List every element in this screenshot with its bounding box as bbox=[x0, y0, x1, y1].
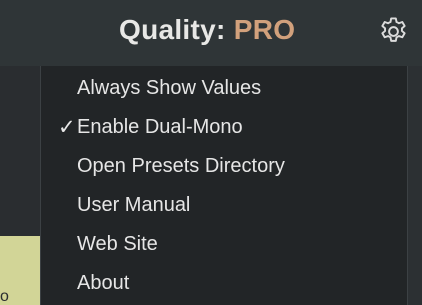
menu-item-label: User Manual bbox=[77, 194, 191, 216]
checkmark-icon: ✓ bbox=[58, 116, 76, 139]
menu-item-enable-dual-mono[interactable]: ✓ Enable Dual-Mono bbox=[41, 110, 407, 144]
quality-label: Quality: bbox=[119, 14, 226, 45]
menu-item-label: Web Site bbox=[77, 233, 158, 255]
background-partial-text: o bbox=[0, 288, 9, 305]
menu-item-label: About bbox=[77, 272, 130, 294]
plugin-window: Quality: PRO o Always Show Values ✓ Enab… bbox=[0, 0, 422, 305]
quality-value: PRO bbox=[233, 14, 296, 45]
background-panel-left: o bbox=[0, 66, 40, 305]
menu-item-about[interactable]: About bbox=[41, 266, 407, 300]
gear-icon[interactable] bbox=[377, 15, 410, 48]
header-bar: Quality: PRO bbox=[0, 0, 422, 66]
menu-item-label: Open Presets Directory bbox=[77, 155, 285, 177]
menu-item-always-show-values[interactable]: Always Show Values bbox=[41, 71, 407, 105]
menu-item-web-site[interactable]: Web Site bbox=[41, 227, 407, 261]
menu-item-open-presets-directory[interactable]: Open Presets Directory bbox=[41, 149, 407, 183]
settings-dropdown-menu: Always Show Values ✓ Enable Dual-Mono Op… bbox=[40, 66, 408, 305]
menu-item-label: Enable Dual-Mono bbox=[77, 116, 243, 138]
background-panel-right bbox=[408, 66, 422, 305]
menu-item-label: Always Show Values bbox=[77, 77, 262, 99]
menu-item-user-manual[interactable]: User Manual bbox=[41, 188, 407, 222]
quality-title: Quality: PRO bbox=[119, 14, 295, 46]
